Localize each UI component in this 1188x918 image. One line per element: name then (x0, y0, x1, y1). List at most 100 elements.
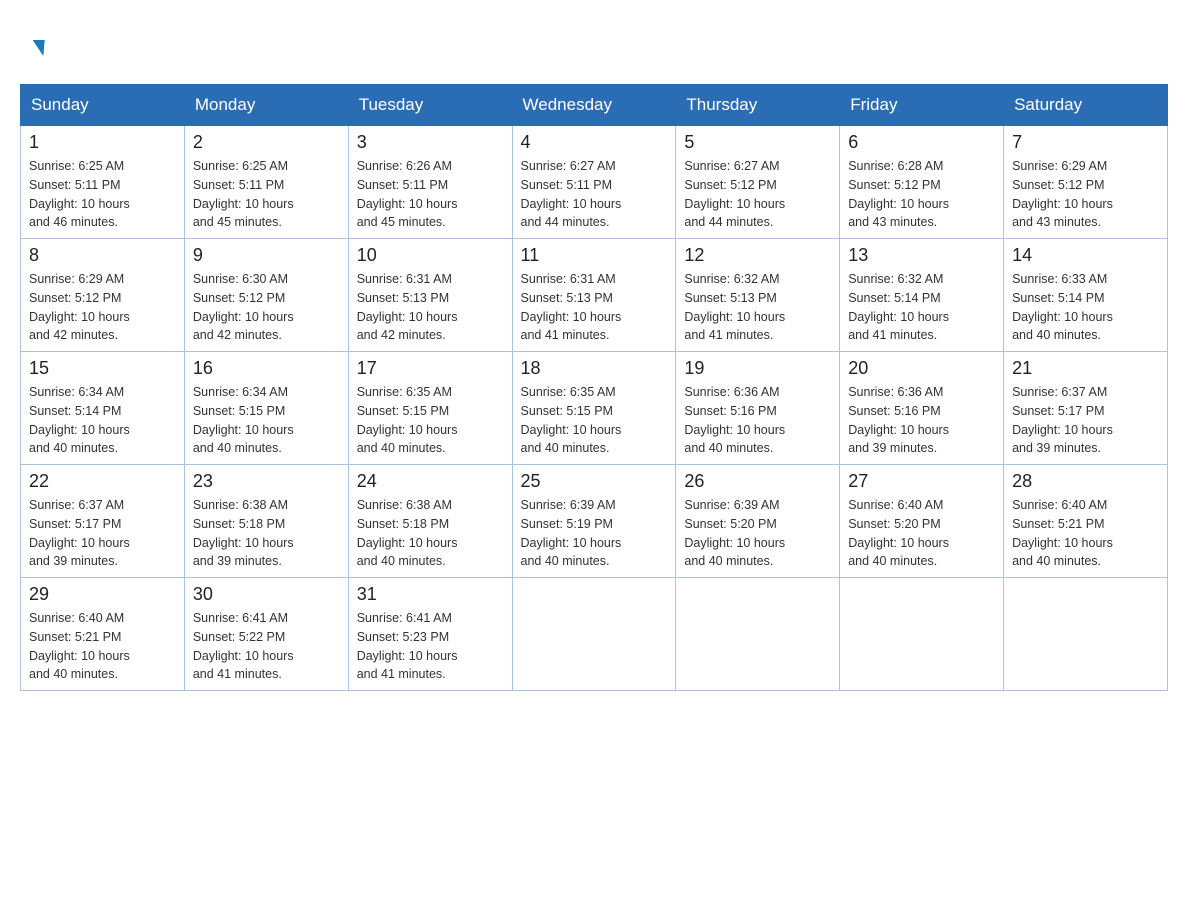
header-tuesday: Tuesday (348, 85, 512, 126)
day-info: Sunrise: 6:40 AMSunset: 5:20 PMDaylight:… (848, 496, 995, 571)
calendar-cell: 3 Sunrise: 6:26 AMSunset: 5:11 PMDayligh… (348, 126, 512, 239)
day-info: Sunrise: 6:40 AMSunset: 5:21 PMDaylight:… (1012, 496, 1159, 571)
day-number: 15 (29, 358, 176, 379)
day-info: Sunrise: 6:26 AMSunset: 5:11 PMDaylight:… (357, 157, 504, 232)
day-info: Sunrise: 6:38 AMSunset: 5:18 PMDaylight:… (193, 496, 340, 571)
calendar-cell: 28 Sunrise: 6:40 AMSunset: 5:21 PMDaylig… (1004, 465, 1168, 578)
day-info: Sunrise: 6:36 AMSunset: 5:16 PMDaylight:… (848, 383, 995, 458)
day-info: Sunrise: 6:32 AMSunset: 5:14 PMDaylight:… (848, 270, 995, 345)
logo (30, 30, 44, 64)
day-number: 1 (29, 132, 176, 153)
day-info: Sunrise: 6:30 AMSunset: 5:12 PMDaylight:… (193, 270, 340, 345)
day-info: Sunrise: 6:31 AMSunset: 5:13 PMDaylight:… (521, 270, 668, 345)
calendar-cell: 25 Sunrise: 6:39 AMSunset: 5:19 PMDaylig… (512, 465, 676, 578)
day-info: Sunrise: 6:34 AMSunset: 5:14 PMDaylight:… (29, 383, 176, 458)
calendar-cell: 23 Sunrise: 6:38 AMSunset: 5:18 PMDaylig… (184, 465, 348, 578)
day-number: 2 (193, 132, 340, 153)
week-row-5: 29 Sunrise: 6:40 AMSunset: 5:21 PMDaylig… (21, 578, 1168, 691)
calendar-cell: 9 Sunrise: 6:30 AMSunset: 5:12 PMDayligh… (184, 239, 348, 352)
day-number: 29 (29, 584, 176, 605)
day-info: Sunrise: 6:35 AMSunset: 5:15 PMDaylight:… (521, 383, 668, 458)
calendar-cell: 16 Sunrise: 6:34 AMSunset: 5:15 PMDaylig… (184, 352, 348, 465)
day-info: Sunrise: 6:37 AMSunset: 5:17 PMDaylight:… (1012, 383, 1159, 458)
day-number: 18 (521, 358, 668, 379)
day-number: 23 (193, 471, 340, 492)
day-info: Sunrise: 6:39 AMSunset: 5:19 PMDaylight:… (521, 496, 668, 571)
day-info: Sunrise: 6:33 AMSunset: 5:14 PMDaylight:… (1012, 270, 1159, 345)
day-info: Sunrise: 6:28 AMSunset: 5:12 PMDaylight:… (848, 157, 995, 232)
calendar-cell: 5 Sunrise: 6:27 AMSunset: 5:12 PMDayligh… (676, 126, 840, 239)
calendar-cell: 2 Sunrise: 6:25 AMSunset: 5:11 PMDayligh… (184, 126, 348, 239)
day-number: 3 (357, 132, 504, 153)
day-number: 12 (684, 245, 831, 266)
header-monday: Monday (184, 85, 348, 126)
calendar-cell: 27 Sunrise: 6:40 AMSunset: 5:20 PMDaylig… (840, 465, 1004, 578)
day-number: 20 (848, 358, 995, 379)
calendar-cell: 8 Sunrise: 6:29 AMSunset: 5:12 PMDayligh… (21, 239, 185, 352)
calendar-header-row: SundayMondayTuesdayWednesdayThursdayFrid… (21, 85, 1168, 126)
day-info: Sunrise: 6:25 AMSunset: 5:11 PMDaylight:… (29, 157, 176, 232)
day-number: 28 (1012, 471, 1159, 492)
calendar-cell: 29 Sunrise: 6:40 AMSunset: 5:21 PMDaylig… (21, 578, 185, 691)
calendar-cell: 30 Sunrise: 6:41 AMSunset: 5:22 PMDaylig… (184, 578, 348, 691)
day-info: Sunrise: 6:27 AMSunset: 5:11 PMDaylight:… (521, 157, 668, 232)
day-info: Sunrise: 6:41 AMSunset: 5:23 PMDaylight:… (357, 609, 504, 684)
calendar-cell (676, 578, 840, 691)
logo-triangle-icon (31, 40, 44, 56)
day-number: 30 (193, 584, 340, 605)
header-wednesday: Wednesday (512, 85, 676, 126)
day-number: 9 (193, 245, 340, 266)
header-thursday: Thursday (676, 85, 840, 126)
calendar-cell: 6 Sunrise: 6:28 AMSunset: 5:12 PMDayligh… (840, 126, 1004, 239)
week-row-4: 22 Sunrise: 6:37 AMSunset: 5:17 PMDaylig… (21, 465, 1168, 578)
calendar-cell: 18 Sunrise: 6:35 AMSunset: 5:15 PMDaylig… (512, 352, 676, 465)
week-row-2: 8 Sunrise: 6:29 AMSunset: 5:12 PMDayligh… (21, 239, 1168, 352)
day-number: 10 (357, 245, 504, 266)
calendar-cell: 19 Sunrise: 6:36 AMSunset: 5:16 PMDaylig… (676, 352, 840, 465)
day-info: Sunrise: 6:39 AMSunset: 5:20 PMDaylight:… (684, 496, 831, 571)
calendar-cell: 26 Sunrise: 6:39 AMSunset: 5:20 PMDaylig… (676, 465, 840, 578)
day-number: 14 (1012, 245, 1159, 266)
day-number: 21 (1012, 358, 1159, 379)
day-info: Sunrise: 6:41 AMSunset: 5:22 PMDaylight:… (193, 609, 340, 684)
day-number: 19 (684, 358, 831, 379)
day-info: Sunrise: 6:25 AMSunset: 5:11 PMDaylight:… (193, 157, 340, 232)
calendar-cell: 4 Sunrise: 6:27 AMSunset: 5:11 PMDayligh… (512, 126, 676, 239)
calendar-cell: 12 Sunrise: 6:32 AMSunset: 5:13 PMDaylig… (676, 239, 840, 352)
day-number: 6 (848, 132, 995, 153)
day-info: Sunrise: 6:34 AMSunset: 5:15 PMDaylight:… (193, 383, 340, 458)
day-info: Sunrise: 6:37 AMSunset: 5:17 PMDaylight:… (29, 496, 176, 571)
day-number: 11 (521, 245, 668, 266)
day-number: 16 (193, 358, 340, 379)
calendar-cell: 14 Sunrise: 6:33 AMSunset: 5:14 PMDaylig… (1004, 239, 1168, 352)
calendar-cell: 10 Sunrise: 6:31 AMSunset: 5:13 PMDaylig… (348, 239, 512, 352)
day-number: 25 (521, 471, 668, 492)
calendar-cell (840, 578, 1004, 691)
calendar-cell: 22 Sunrise: 6:37 AMSunset: 5:17 PMDaylig… (21, 465, 185, 578)
day-info: Sunrise: 6:35 AMSunset: 5:15 PMDaylight:… (357, 383, 504, 458)
day-info: Sunrise: 6:32 AMSunset: 5:13 PMDaylight:… (684, 270, 831, 345)
day-info: Sunrise: 6:31 AMSunset: 5:13 PMDaylight:… (357, 270, 504, 345)
day-number: 8 (29, 245, 176, 266)
calendar-cell: 31 Sunrise: 6:41 AMSunset: 5:23 PMDaylig… (348, 578, 512, 691)
header-saturday: Saturday (1004, 85, 1168, 126)
page-header (20, 20, 1168, 64)
day-info: Sunrise: 6:40 AMSunset: 5:21 PMDaylight:… (29, 609, 176, 684)
calendar-cell: 13 Sunrise: 6:32 AMSunset: 5:14 PMDaylig… (840, 239, 1004, 352)
day-number: 17 (357, 358, 504, 379)
day-number: 27 (848, 471, 995, 492)
week-row-1: 1 Sunrise: 6:25 AMSunset: 5:11 PMDayligh… (21, 126, 1168, 239)
day-info: Sunrise: 6:36 AMSunset: 5:16 PMDaylight:… (684, 383, 831, 458)
day-info: Sunrise: 6:29 AMSunset: 5:12 PMDaylight:… (1012, 157, 1159, 232)
day-number: 13 (848, 245, 995, 266)
day-info: Sunrise: 6:29 AMSunset: 5:12 PMDaylight:… (29, 270, 176, 345)
logo-general (30, 30, 44, 64)
day-number: 7 (1012, 132, 1159, 153)
calendar-cell: 24 Sunrise: 6:38 AMSunset: 5:18 PMDaylig… (348, 465, 512, 578)
day-number: 31 (357, 584, 504, 605)
calendar-cell: 15 Sunrise: 6:34 AMSunset: 5:14 PMDaylig… (21, 352, 185, 465)
day-number: 5 (684, 132, 831, 153)
calendar-cell: 1 Sunrise: 6:25 AMSunset: 5:11 PMDayligh… (21, 126, 185, 239)
day-info: Sunrise: 6:38 AMSunset: 5:18 PMDaylight:… (357, 496, 504, 571)
calendar-cell (512, 578, 676, 691)
